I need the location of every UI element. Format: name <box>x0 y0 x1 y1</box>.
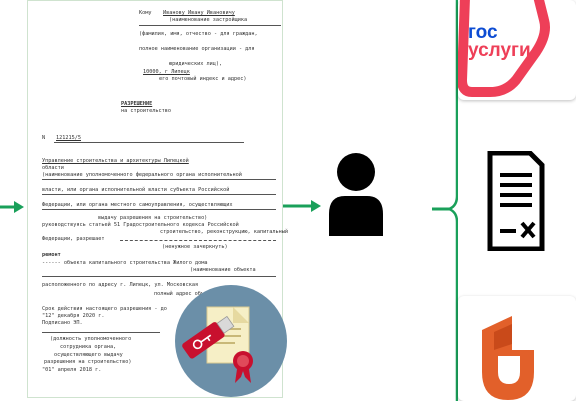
signer-hint-4: разрешения на строительство) <box>44 359 132 365</box>
to-name: Иванову Ивану Ивановичу <box>163 10 235 16</box>
document-title: РАЗРЕШЕНИЕ <box>121 101 153 107</box>
issuer-name: Управление строительства и архитектуры Л… <box>42 158 189 164</box>
to-label: Кому <box>139 10 152 16</box>
gosuslugi-card[interactable]: гос услуги <box>458 0 576 100</box>
validity-date: "12" декабря 2020 г. <box>42 313 105 319</box>
document-sign-icon <box>487 151 545 251</box>
validity-line: Срок действия настоящего разрешения - до <box>42 306 167 312</box>
permit-verb: Федерации, разрешает <box>42 236 105 242</box>
signer-hint-2: сотрудника органа, <box>60 344 117 350</box>
mfc-card[interactable] <box>458 296 576 401</box>
issuer-hint-3: Федерации, или органа местного самоуправ… <box>42 202 233 208</box>
issuer-hint-2: власти, или органа исполнительной власти… <box>42 187 230 193</box>
signed-note: Подписано ЭП. <box>42 320 83 326</box>
signer-hint-1: (должность уполномоченного <box>50 336 132 342</box>
object-hint: (наименование объекта <box>190 267 256 273</box>
sign-date: "01" апреля 2018 г. <box>42 367 102 373</box>
e-signature-badge <box>175 285 287 397</box>
signed-document-card[interactable] <box>458 145 576 257</box>
services-bracket <box>448 0 458 401</box>
issuer-name-cont: области <box>42 165 64 171</box>
gosuslugi-text-line2: услуги <box>468 40 531 61</box>
to-hint-4: юридических лиц), <box>169 61 223 67</box>
to-hint-2: (фамилия, имя, отчество - для граждан, <box>139 31 258 37</box>
mfc-logo <box>482 316 534 400</box>
to-address: 10000, г Липецк <box>143 69 190 75</box>
permit-kind: строительство, реконструкцию, капитальны… <box>160 229 289 235</box>
issuer-hint-4: выдачу разрешения на строительство) <box>98 215 208 221</box>
law-reference: руководствуясь статьей 51 Градостроитель… <box>42 222 239 228</box>
number-label: N <box>42 135 46 141</box>
permit-document: Кому Иванову Ивану Ивановичу (наименован… <box>27 0 288 398</box>
strike-hint: (ненужное зачеркнуть) <box>162 244 228 250</box>
object-line: ------ объекта капитального строительств… <box>42 260 208 266</box>
to-hint-1: (наименование застройщика <box>169 17 248 23</box>
document-subtitle: на строительство <box>121 108 171 114</box>
to-hint-3: полное наименование организации - для <box>139 46 255 52</box>
signer-hint-3: осуществляющего выдачу <box>54 352 123 358</box>
to-hint-5: его почтовый индекс и адрес) <box>159 76 247 82</box>
issuer-hint-1: (наименование уполномоченного федерально… <box>42 172 242 178</box>
number-value: 121215/5 <box>56 135 81 141</box>
permit-kind-cont: ремонт <box>42 252 61 258</box>
document-to-person-arrow-icon <box>283 200 321 212</box>
incoming-arrow-icon <box>0 201 24 213</box>
person-icon <box>329 153 383 236</box>
